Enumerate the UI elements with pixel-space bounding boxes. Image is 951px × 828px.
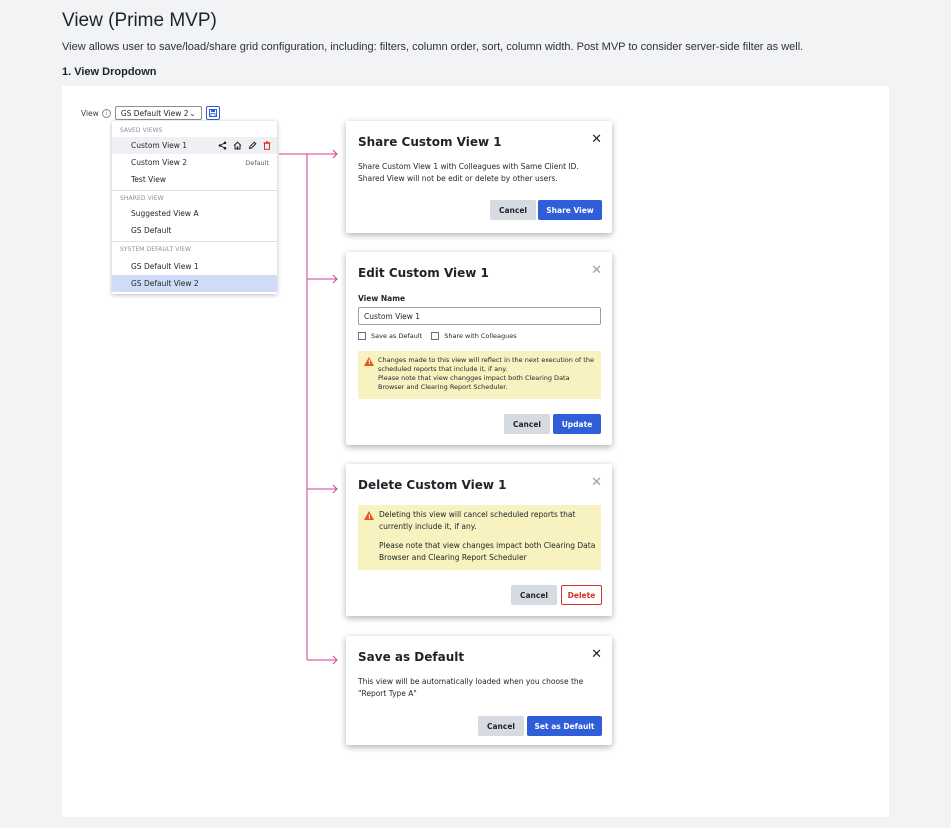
item-actions	[218, 141, 271, 150]
edit-view-modal: Edit Custom View 1 ✕ View Name Custom Vi…	[346, 252, 612, 445]
warning-text-1: Deleting this view will cancel scheduled…	[379, 510, 576, 531]
dropdown-item-label: GS Default View 1	[131, 262, 199, 271]
group-label-shared-view: SHARED VIEW	[120, 195, 164, 202]
dropdown-item-label: Custom View 2	[131, 158, 188, 167]
checkbox-box	[358, 332, 366, 340]
dropdown-item-suggested-view-a[interactable]: Suggested View A	[112, 205, 277, 222]
floppy-disk-icon	[208, 109, 217, 117]
warning-box: ! Deleting this view will cancel schedul…	[358, 505, 601, 570]
share-view-modal: Share Custom View 1 ✕ Share Custom View …	[346, 121, 612, 233]
dropdown-item-label: Custom View 1	[131, 141, 188, 150]
save-as-default-modal: Save as Default ✕ This view will be auto…	[346, 636, 612, 745]
section-title: 1. View Dropdown	[62, 66, 157, 78]
cancel-button[interactable]: Cancel	[478, 716, 524, 736]
checkbox-label: Save as Default	[371, 332, 423, 340]
page-description: View allows user to save/load/share grid…	[62, 41, 804, 53]
close-icon[interactable]: ✕	[591, 647, 602, 662]
dropdown-item-label: Test View	[131, 175, 166, 184]
group-label-saved-views: SAVED VIEWS	[120, 127, 163, 134]
dropdown-item-gs-default-view-1[interactable]: GS Default View 1	[112, 258, 277, 275]
modal-body: Share Custom View 1 with Colleagues with…	[358, 162, 579, 183]
view-select-value: GS Default View 2	[120, 108, 189, 118]
cancel-button[interactable]: Cancel	[511, 585, 557, 605]
set-as-default-button[interactable]: Set as Default	[527, 716, 602, 736]
modal-title: Delete Custom View 1	[358, 478, 507, 492]
close-icon[interactable]: ✕	[591, 132, 602, 147]
pencil-icon[interactable]	[248, 141, 257, 150]
cancel-button[interactable]: Cancel	[490, 200, 536, 220]
warning-text-1: Changes made to this view will reflect i…	[378, 356, 594, 373]
dropdown-item-custom-view-1[interactable]: Custom View 1	[112, 137, 277, 154]
chevron-down-icon: ⌄	[189, 108, 196, 118]
update-button[interactable]: Update	[553, 414, 601, 434]
view-name-label: View Name	[358, 294, 406, 303]
view-dropdown-menu: SAVED VIEWS Custom View 1 Custom View 2 …	[112, 121, 277, 294]
dropdown-item-test-view[interactable]: Test View	[112, 171, 277, 188]
share-icon[interactable]	[218, 141, 227, 150]
dropdown-item-label: GS Default	[131, 226, 172, 235]
view-name-value: Custom View 1	[364, 311, 421, 321]
dropdown-item-gs-default[interactable]: GS Default	[112, 222, 277, 239]
edit-options: Save as Default Share with Colleagues	[358, 332, 517, 340]
share-view-button[interactable]: Share View	[538, 200, 602, 220]
info-circle-icon[interactable]: i	[101, 108, 111, 118]
dropdown-item-custom-view-2[interactable]: Custom View 2 Default	[112, 154, 277, 171]
warning-text-2: Please note that view changges impact bo…	[378, 374, 570, 391]
modal-body: This view will be automatically loaded w…	[358, 677, 584, 698]
modal-title: Share Custom View 1	[358, 135, 502, 149]
group-label-system-default-view: SYSTEM DEFAULT VIEW	[120, 246, 192, 253]
modal-title: Save as Default	[358, 650, 465, 664]
warning-icon: !	[364, 357, 374, 366]
view-label: View	[81, 108, 99, 118]
warning-text-2: Please note that view changes impact bot…	[379, 541, 596, 562]
modal-title: Edit Custom View 1	[358, 266, 489, 280]
cancel-button[interactable]: Cancel	[504, 414, 550, 434]
page-title: View (Prime MVP)	[62, 10, 217, 31]
dropdown-item-label: Suggested View A	[131, 209, 199, 218]
view-selector-row: View i GS Default View 2 ⌄	[81, 106, 220, 120]
dropdown-item-gs-default-view-2[interactable]: GS Default View 2	[112, 275, 277, 292]
view-select[interactable]: GS Default View 2 ⌄	[114, 106, 202, 120]
share-with-colleagues-checkbox[interactable]: Share with Colleagues	[431, 332, 517, 340]
close-icon[interactable]: ✕	[591, 263, 602, 278]
view-name-input[interactable]: Custom View 1	[358, 307, 601, 325]
default-tag: Default	[245, 158, 269, 167]
delete-view-modal: Delete Custom View 1 ✕ ! Deleting this v…	[346, 464, 612, 616]
trash-icon[interactable]	[263, 141, 271, 150]
warning-box: ! Changes made to this view will reflect…	[358, 351, 601, 399]
checkbox-box	[431, 332, 440, 340]
delete-button[interactable]: Delete	[561, 585, 602, 605]
checkbox-label: Share with Colleagues	[444, 332, 517, 340]
close-icon[interactable]: ✕	[591, 475, 602, 490]
save-as-default-checkbox[interactable]: Save as Default	[358, 332, 422, 340]
dropdown-divider	[112, 241, 277, 242]
warning-icon: !	[364, 511, 374, 521]
home-icon[interactable]	[233, 141, 242, 150]
dropdown-item-label: GS Default View 2	[131, 279, 199, 288]
save-view-button[interactable]	[205, 106, 220, 120]
dropdown-divider	[112, 190, 277, 191]
